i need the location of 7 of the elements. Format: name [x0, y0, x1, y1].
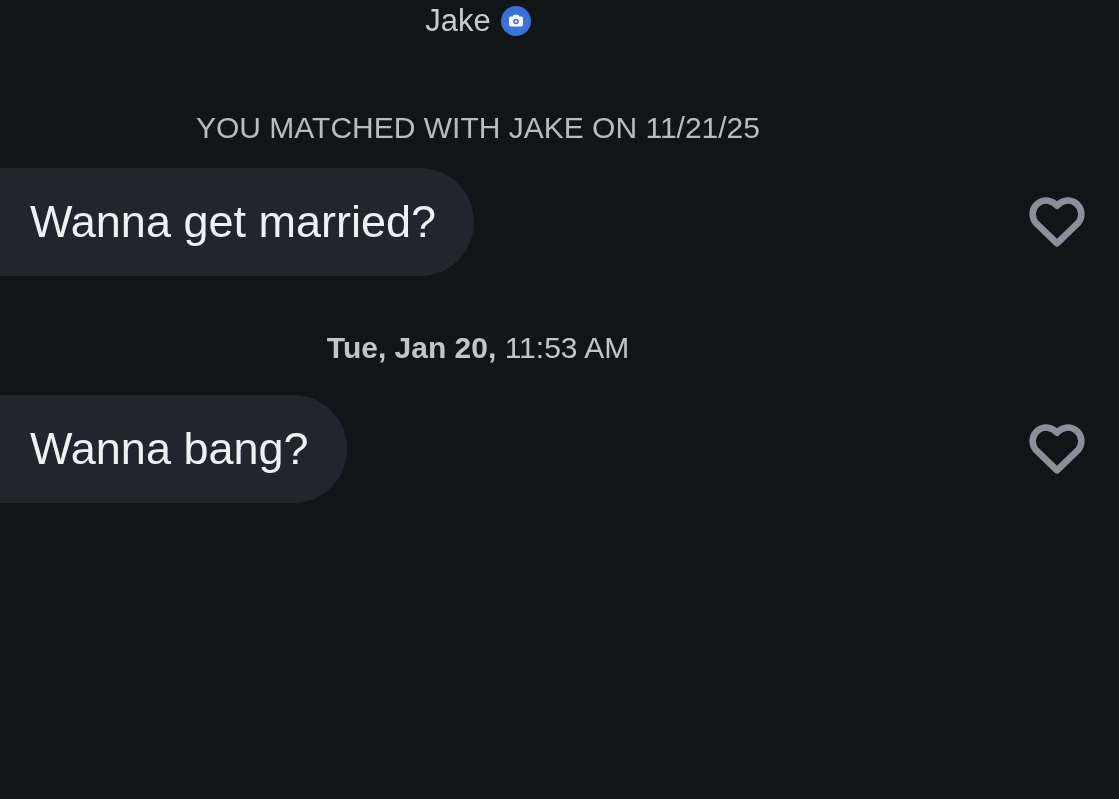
contact-name: Jake [425, 3, 491, 39]
match-notice: YOU MATCHED WITH JAKE ON 11/21/25 [195, 110, 761, 145]
heart-icon[interactable] [1029, 197, 1085, 247]
heart-icon[interactable] [1029, 424, 1085, 474]
message-bubble: Wanna get married? [0, 168, 475, 276]
message-bubble: Wanna bang? [0, 395, 347, 503]
message-timestamp: Tue, Jan 20, 11:53 AM [325, 330, 631, 365]
